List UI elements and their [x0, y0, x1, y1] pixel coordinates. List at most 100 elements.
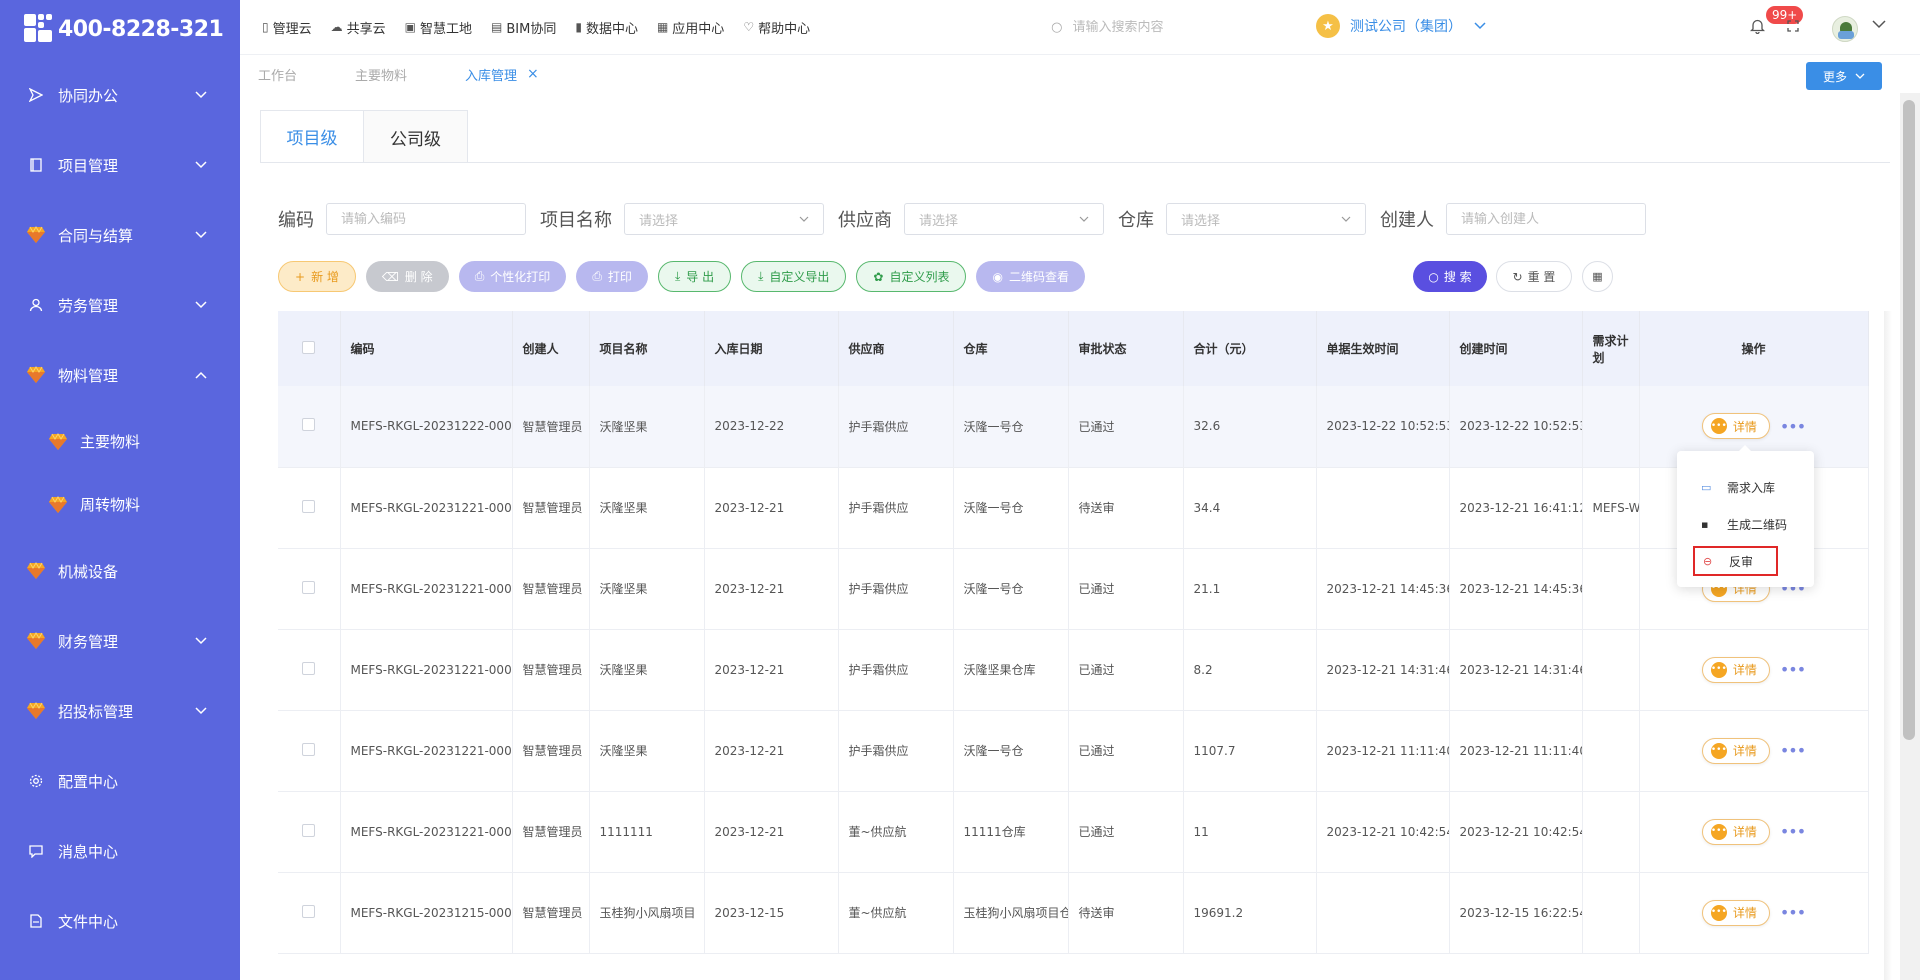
sidebar-item-7[interactable]: 机械设备 — [0, 536, 240, 606]
row-checkbox[interactable] — [302, 580, 316, 594]
logo[interactable]: 400-8228-321 — [0, 0, 240, 58]
reverse-approval-menu-item[interactable]: ⊖ 反审 — [1693, 546, 1778, 576]
cell-total: 34.4 — [1183, 467, 1317, 549]
sidebar-item-0[interactable]: 协同办公 — [0, 60, 240, 130]
add-button[interactable]: + 新 增 — [278, 261, 356, 292]
row-checkbox[interactable] — [302, 742, 316, 756]
code-input[interactable] — [341, 211, 511, 227]
sidebar-item-2[interactable]: 合同与结算 — [0, 200, 240, 270]
delete-button[interactable]: ⌫ 删 除 — [365, 261, 449, 292]
table-row[interactable]: MEFS-RKGL-20231221-0008 智慧管理员 沃隆坚果 2023-12-… — [278, 548, 1869, 630]
more-actions-icon[interactable]: ••• — [1780, 903, 1806, 922]
cell-total: 21.1 — [1183, 548, 1317, 630]
search-button[interactable]: ○ 搜 索 — [1413, 261, 1487, 292]
cell-total: 32.6 — [1183, 386, 1317, 468]
global-search-input[interactable] — [1072, 19, 1333, 35]
cell-demand-plan — [1582, 872, 1640, 954]
creator-input[interactable] — [1461, 211, 1631, 227]
fullscreen-icon[interactable] — [1787, 20, 1799, 35]
more-actions-icon[interactable]: ••• — [1780, 741, 1806, 760]
sidebar-item-1[interactable]: 项目管理 — [0, 130, 240, 200]
tab-project-level[interactable]: 项目级 — [260, 110, 364, 163]
select-all-cell — [278, 311, 341, 386]
sidebar-item-12[interactable]: 文件中心 — [0, 886, 240, 956]
header-approval-status: 审批状态 — [1068, 311, 1184, 386]
cell-supplier: 护手霜供应 — [838, 467, 954, 549]
user-avatar[interactable] — [1832, 16, 1858, 42]
row-checkbox[interactable] — [302, 661, 316, 675]
detail-button[interactable]: ••• 详情 — [1701, 737, 1770, 764]
print-button[interactable]: ⎙ 打印 — [576, 261, 648, 292]
topnav-app-center[interactable]: ▦ 应用中心 — [657, 18, 724, 37]
table-row[interactable]: MEFS-RKGL-20231221-0005 智慧管理员 沃隆坚果 2023-12-… — [278, 710, 1869, 792]
custom-list-button[interactable]: ✿ 自定义列表 — [856, 261, 967, 292]
cell-actions: ••• 详情 ••• — [1639, 710, 1869, 792]
custom-export-button[interactable]: ⤓ 自定义导出 — [741, 261, 847, 292]
tab-company-level[interactable]: 公司级 — [364, 110, 468, 163]
sidebar-item-10[interactable]: 配置中心 — [0, 746, 240, 816]
chevron-down-icon — [1079, 216, 1089, 222]
company-name: 测试公司（集团） — [1350, 19, 1462, 35]
warehouse-select[interactable]: 请选择 — [1166, 203, 1366, 235]
topnav-bim[interactable]: ▤ BIM协同 — [491, 18, 556, 37]
supplier-select[interactable]: 请选择 — [904, 203, 1104, 235]
creator-field[interactable] — [1446, 203, 1646, 235]
more-actions-icon[interactable]: ••• — [1780, 822, 1806, 841]
detail-button[interactable]: ••• 详情 — [1701, 899, 1770, 926]
table-row[interactable]: MEFS-RKGL-20231222-0001 智慧管理员 沃隆坚果 2023-12-… — [278, 386, 1869, 468]
company-switcher[interactable]: ★ 测试公司（集团） — [1316, 14, 1486, 38]
more-tabs-button[interactable]: 更多 — [1806, 62, 1882, 90]
detail-button[interactable]: ••• 详情 — [1701, 413, 1770, 440]
book-icon — [26, 155, 46, 175]
table-row[interactable]: MEFS-RKGL-20231221-0003 智慧管理员 1111111 2023-… — [278, 791, 1869, 873]
topnav-smart-site[interactable]: ▣ 智慧工地 — [405, 18, 472, 37]
sidebar-item-9[interactable]: 招投标管理 — [0, 676, 240, 746]
table-row[interactable]: MEFS-RKGL-20231221-0009 智慧管理员 沃隆坚果 2023-12-… — [278, 467, 1869, 549]
generate-qrcode-menu-item[interactable]: ▪ 生成二维码 — [1677, 506, 1814, 543]
more-actions-icon[interactable]: ••• — [1780, 660, 1806, 679]
row-checkbox[interactable] — [302, 499, 316, 513]
row-checkbox[interactable] — [302, 418, 316, 432]
sidebar-item-3[interactable]: 劳务管理 — [0, 270, 240, 340]
reset-button[interactable]: ↻ 重 置 — [1496, 261, 1572, 292]
header-effective-time: 单据生效时间 — [1316, 311, 1450, 386]
page-tabs: 工作台 主要物料 入库管理 × 更多 — [240, 54, 1920, 93]
sidebar-item-5[interactable]: 主要物料 — [0, 410, 240, 473]
notification-bell-icon[interactable] — [1749, 18, 1766, 38]
row-checkbox[interactable] — [302, 904, 316, 918]
top-nav: ▯ 管理云 ☁ 共享云 ▣ 智慧工地 ▤ BIM协同 ▮ 数据中心 ▦ 应用中心 ♡ 帮助中心 — [262, 18, 829, 37]
sidebar-item-8[interactable]: 财务管理 — [0, 606, 240, 676]
demand-inbound-menu-item[interactable]: ▭ 需求入库 — [1677, 469, 1814, 506]
cell-warehouse: 沃隆坚果仓库 — [953, 629, 1069, 711]
custom-print-button[interactable]: ⎙ 个性化打印 — [458, 261, 567, 292]
tab-inbound-management[interactable]: 入库管理 × — [465, 65, 539, 84]
row-checkbox[interactable] — [302, 823, 316, 837]
cell-created-time: 2023-12-21 14:45:36 — [1449, 548, 1583, 630]
close-tab-icon[interactable]: × — [527, 66, 539, 82]
sidebar-item-11[interactable]: 消息中心 — [0, 816, 240, 886]
table-row[interactable]: MEFS-RKGL-20231215-0001 智慧管理员 玉桂狗小风扇项目 2023… — [278, 872, 1869, 954]
tab-main-materials[interactable]: 主要物料 — [355, 65, 407, 84]
topnav-data-center[interactable]: ▮ 数据中心 — [575, 18, 638, 37]
more-actions-icon[interactable]: ••• — [1780, 417, 1806, 436]
cell-effective-time: 2023-12-21 14:45:36 — [1316, 548, 1450, 630]
sidebar-item-6[interactable]: 周转物料 — [0, 473, 240, 536]
tab-workbench[interactable]: 工作台 — [258, 65, 297, 84]
table-row[interactable]: MEFS-RKGL-20231221-0007 智慧管理员 沃隆坚果 2023-12-… — [278, 629, 1869, 711]
topnav-shared-cloud[interactable]: ☁ 共享云 — [331, 18, 386, 37]
project-name-select[interactable]: 请选择 — [624, 203, 824, 235]
column-settings-icon[interactable]: ▦ — [1582, 261, 1613, 292]
sidebar-item-4[interactable]: 物料管理 — [0, 340, 240, 410]
topnav-help-center[interactable]: ♡ 帮助中心 — [743, 18, 810, 37]
export-button[interactable]: ⤓ 导 出 — [657, 261, 732, 292]
detail-button[interactable]: ••• 详情 — [1701, 656, 1770, 683]
qrcode-view-button[interactable]: ◉ 二维码查看 — [976, 261, 1085, 292]
topnav-management-cloud[interactable]: ▯ 管理云 — [262, 18, 312, 37]
cell-creator: 智慧管理员 — [512, 629, 590, 711]
page-scrollbar[interactable] — [1903, 100, 1915, 740]
user-menu-chevron-icon[interactable] — [1872, 20, 1886, 29]
select-all-checkbox[interactable] — [302, 340, 316, 354]
detail-button[interactable]: ••• 详情 — [1701, 818, 1770, 845]
cell-warehouse: 沃隆一号仓 — [953, 467, 1069, 549]
code-field[interactable] — [326, 203, 526, 235]
